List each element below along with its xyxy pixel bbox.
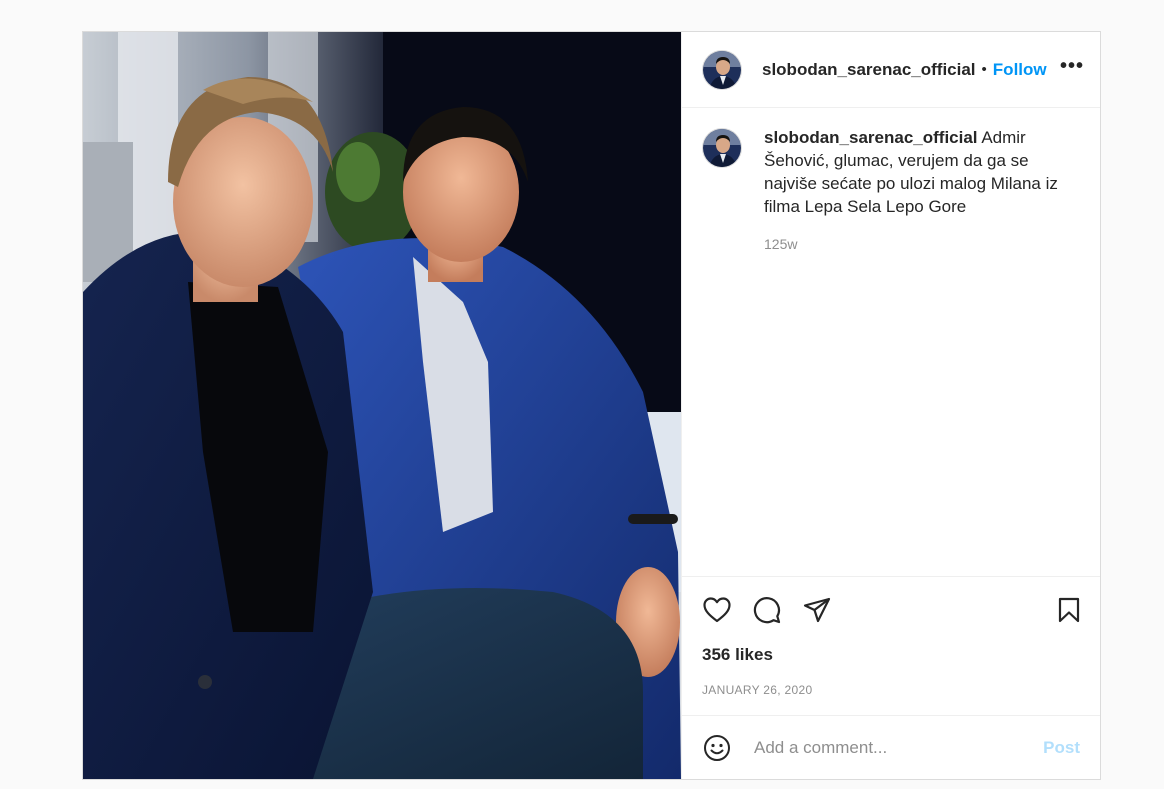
caption-username[interactable]: slobodan_sarenac_official <box>764 128 978 147</box>
comment-bubble-icon[interactable] <box>752 595 782 625</box>
caption-time-ago: 125w <box>764 236 798 252</box>
follow-button[interactable]: Follow <box>993 60 1047 80</box>
caption-avatar-image <box>703 129 741 167</box>
likes-count[interactable]: 356 likes <box>702 645 1080 665</box>
comment-input[interactable] <box>752 736 1044 759</box>
heart-icon[interactable] <box>702 595 732 625</box>
separator-dot: • <box>981 61 987 78</box>
post-header: slobodan_sarenac_official • Follow ••• <box>682 32 1100 108</box>
caption-avatar[interactable] <box>702 128 742 168</box>
post-photo[interactable] <box>83 32 681 779</box>
action-bar <box>702 577 1080 643</box>
paper-plane-icon[interactable] <box>802 595 832 625</box>
avatar-image <box>703 50 741 89</box>
caption-text: slobodan_sarenac_official Admir Šehović,… <box>764 126 1064 218</box>
header-username[interactable]: slobodan_sarenac_official <box>762 60 976 80</box>
smiley-icon[interactable] <box>702 733 732 763</box>
instagram-post: slobodan_sarenac_official • Follow ••• s… <box>82 31 1101 780</box>
add-comment-bar: Post <box>682 715 1100 779</box>
actions-section: 356 likes JANUARY 26, 2020 <box>682 576 1100 715</box>
post-date: JANUARY 26, 2020 <box>702 683 813 697</box>
comments-section: slobodan_sarenac_official Admir Šehović,… <box>682 108 1100 576</box>
avatar[interactable] <box>702 49 742 90</box>
more-options-icon[interactable]: ••• <box>1060 55 1084 84</box>
post-photo-image <box>83 32 681 779</box>
bookmark-icon[interactable] <box>1054 595 1084 625</box>
caption: slobodan_sarenac_official Admir Šehović,… <box>702 126 1080 252</box>
post-comment-button[interactable]: Post <box>1043 738 1080 758</box>
caption-body: slobodan_sarenac_official Admir Šehović,… <box>764 126 1064 252</box>
post-side-panel: slobodan_sarenac_official • Follow ••• s… <box>681 32 1100 779</box>
